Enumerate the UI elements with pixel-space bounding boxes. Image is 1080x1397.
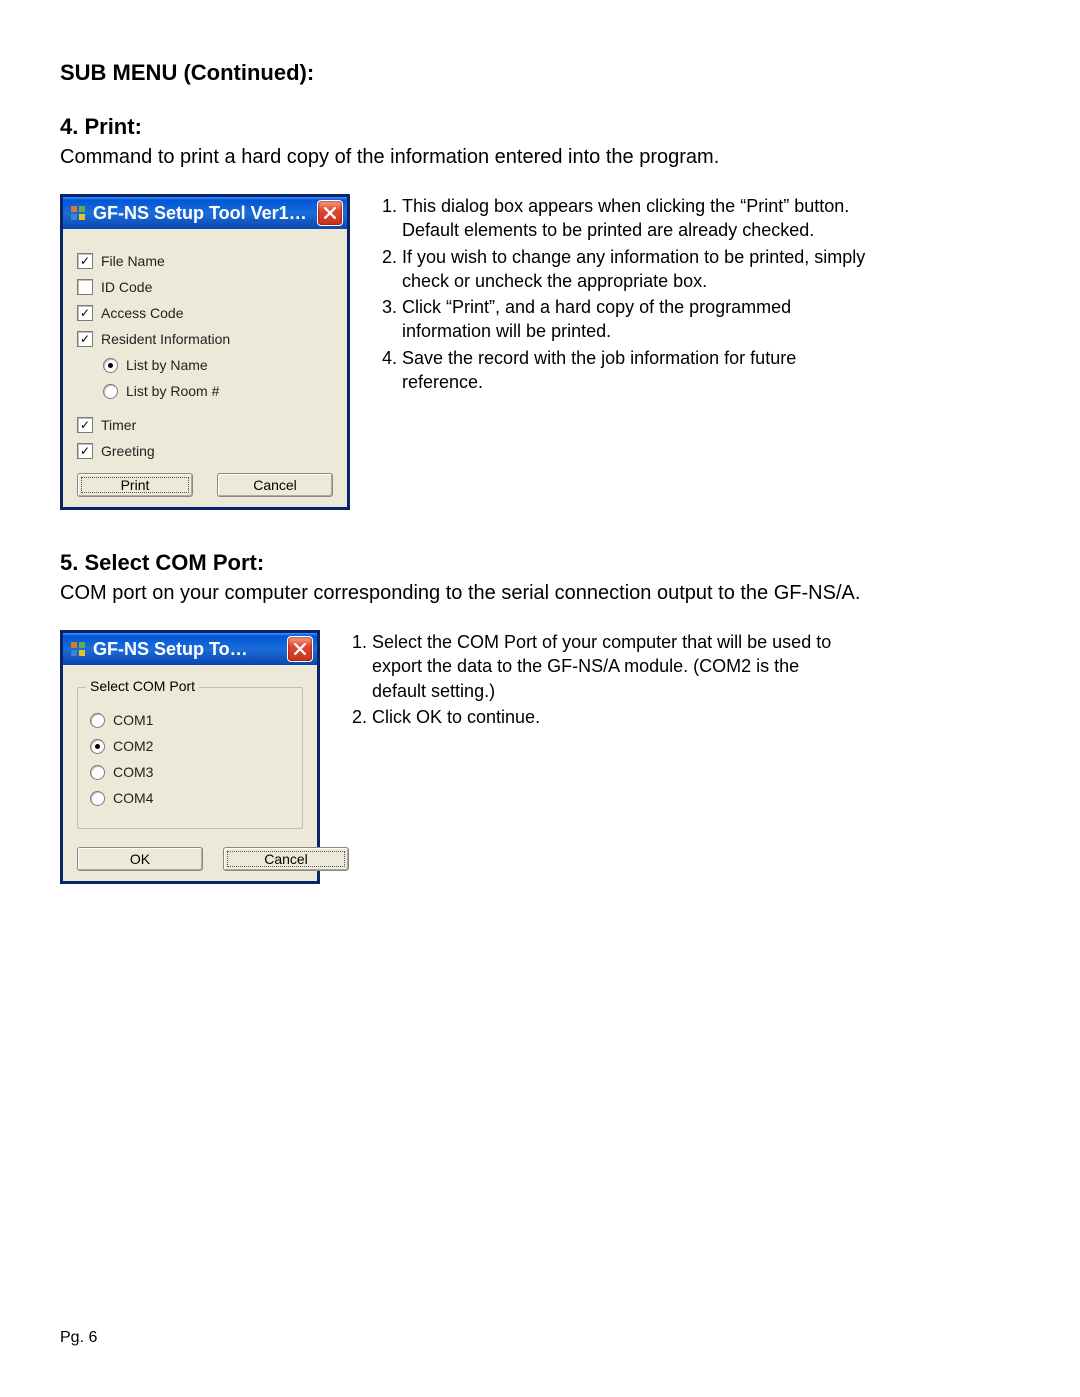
checkbox-icon: ✓ <box>77 253 93 269</box>
comport-intro-text: COM port on your computer corresponding … <box>60 580 1020 606</box>
list-item: Click “Print”, and a hard copy of the pr… <box>402 295 882 344</box>
checkbox-greeting[interactable]: ✓ Greeting <box>77 443 333 459</box>
comport-dialog-titlebar: GF-NS Setup To… <box>63 630 317 665</box>
list-item: If you wish to change any information to… <box>402 245 882 294</box>
print-section: GF-NS Setup Tool Ver1… ✓ File Name ID Co… <box>60 194 1020 510</box>
list-item: Save the record with the job information… <box>402 346 882 395</box>
checkbox-icon: ✓ <box>77 443 93 459</box>
app-icon <box>69 640 87 658</box>
comport-dialog: GF-NS Setup To… Select COM Port COM1 COM… <box>60 630 320 884</box>
print-dialog-title: GF-NS Setup Tool Ver1… <box>93 203 317 224</box>
comport-dialog-body: Select COM Port COM1 COM2 COM3 <box>63 665 317 881</box>
checkbox-label: Timer <box>101 417 136 433</box>
app-icon <box>69 204 87 222</box>
checkbox-resident-info[interactable]: ✓ Resident Information <box>77 331 333 347</box>
document-page: SUB MENU (Continued): 4. Print: Command … <box>0 0 1080 1397</box>
radio-list-by-name[interactable]: List by Name <box>103 357 333 373</box>
checkbox-icon: ✓ <box>77 417 93 433</box>
checkbox-label: ID Code <box>101 279 152 295</box>
radio-com2[interactable]: COM2 <box>90 738 290 754</box>
radio-com3[interactable]: COM3 <box>90 764 290 780</box>
print-dialog-buttons: Print Cancel <box>77 473 333 497</box>
comport-group: Select COM Port COM1 COM2 COM3 <box>77 687 303 829</box>
list-item: Click OK to continue. <box>372 705 852 729</box>
print-dialog-body: ✓ File Name ID Code ✓ Access Code ✓ Resi… <box>63 229 347 507</box>
checkbox-icon: ✓ <box>77 305 93 321</box>
radio-label: COM4 <box>113 790 153 806</box>
print-dialog-titlebar: GF-NS Setup Tool Ver1… <box>63 194 347 229</box>
close-icon[interactable] <box>287 636 313 662</box>
checkbox-label: Greeting <box>101 443 155 459</box>
cancel-button[interactable]: Cancel <box>217 473 333 497</box>
cancel-button[interactable]: Cancel <box>223 847 349 871</box>
ok-button[interactable]: OK <box>77 847 203 871</box>
radio-label: COM2 <box>113 738 153 754</box>
print-dialog: GF-NS Setup Tool Ver1… ✓ File Name ID Co… <box>60 194 350 510</box>
print-intro-text: Command to print a hard copy of the info… <box>60 144 1020 170</box>
radio-list-by-room[interactable]: List by Room # <box>103 383 333 399</box>
radio-label: COM1 <box>113 712 153 728</box>
comport-section: GF-NS Setup To… Select COM Port COM1 COM… <box>60 630 1020 884</box>
list-item: This dialog box appears when clicking th… <box>402 194 882 243</box>
radio-icon <box>90 791 105 806</box>
print-instructions: This dialog box appears when clicking th… <box>378 194 882 396</box>
checkbox-icon: ✓ <box>77 331 93 347</box>
radio-icon <box>90 739 105 754</box>
radio-com1[interactable]: COM1 <box>90 712 290 728</box>
checkbox-icon <box>77 279 93 295</box>
checkbox-label: Resident Information <box>101 331 230 347</box>
group-title: Select COM Port <box>86 678 199 694</box>
radio-label: COM3 <box>113 764 153 780</box>
checkbox-timer[interactable]: ✓ Timer <box>77 417 333 433</box>
heading-submenu: SUB MENU (Continued): <box>60 60 1020 86</box>
comport-dialog-title: GF-NS Setup To… <box>93 639 287 660</box>
list-item: Select the COM Port of your computer tha… <box>372 630 852 703</box>
checkbox-file-name[interactable]: ✓ File Name <box>77 253 333 269</box>
checkbox-access-code[interactable]: ✓ Access Code <box>77 305 333 321</box>
checkbox-id-code[interactable]: ID Code <box>77 279 333 295</box>
radio-icon <box>103 384 118 399</box>
radio-icon <box>90 713 105 728</box>
radio-icon <box>90 765 105 780</box>
checkbox-label: File Name <box>101 253 165 269</box>
heading-print: 4. Print: <box>60 114 1020 140</box>
radio-label: List by Name <box>126 357 208 373</box>
checkbox-label: Access Code <box>101 305 183 321</box>
radio-com4[interactable]: COM4 <box>90 790 290 806</box>
page-number: Pg. 6 <box>60 1329 97 1347</box>
heading-comport: 5. Select COM Port: <box>60 550 1020 576</box>
radio-label: List by Room # <box>126 383 219 399</box>
radio-icon <box>103 358 118 373</box>
close-icon[interactable] <box>317 200 343 226</box>
comport-dialog-buttons: OK Cancel <box>77 847 303 871</box>
comport-instructions: Select the COM Port of your computer tha… <box>348 630 852 731</box>
print-button[interactable]: Print <box>77 473 193 497</box>
